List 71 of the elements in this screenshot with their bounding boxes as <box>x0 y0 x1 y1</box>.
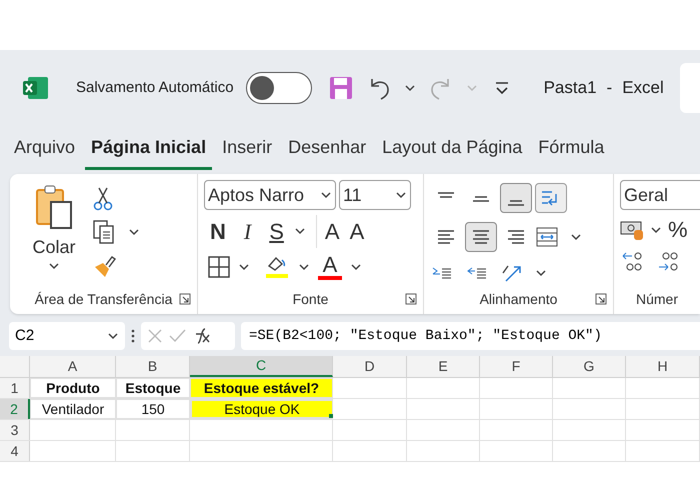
table-cell: Ventilador <box>30 399 116 419</box>
font-size-dropdown[interactable]: 11 <box>339 180 411 210</box>
wrap-text-icon[interactable] <box>535 182 567 213</box>
file-name: Pasta1 <box>544 77 597 100</box>
group-label: Área de Transferência <box>34 290 172 308</box>
formula-field[interactable]: =SE(B2<100; "Estoque Baixo"; "Estoque OK") <box>241 322 700 350</box>
name-box[interactable]: C2 <box>9 322 125 350</box>
caret-icon[interactable] <box>294 226 306 236</box>
bold-button[interactable]: N <box>210 214 226 248</box>
customize-toolbar-icon[interactable] <box>494 81 510 95</box>
dialog-launcher-icon[interactable] <box>405 293 417 305</box>
column-header[interactable]: A <box>30 356 116 377</box>
column-header[interactable]: F <box>480 356 553 377</box>
increase-decimal-icon[interactable] <box>620 250 644 272</box>
font-name-dropdown[interactable]: Aptos Narro <box>204 180 336 210</box>
percent-button[interactable]: % <box>668 219 688 241</box>
copy-icon[interactable] <box>92 219 116 245</box>
group-label: Alinhamento <box>480 290 558 308</box>
title-separator: - <box>606 77 612 100</box>
column-header[interactable]: H <box>626 356 700 377</box>
column-header[interactable]: E <box>407 356 480 377</box>
row-header[interactable]: 3 <box>0 420 30 440</box>
underline-button[interactable]: S <box>269 214 284 248</box>
clipboard-icon[interactable] <box>35 184 73 230</box>
more-icon[interactable] <box>131 328 135 344</box>
ribbon-tab[interactable]: Arquivo <box>8 134 82 170</box>
font-color-button[interactable]: A <box>318 254 342 280</box>
autosave-label: Salvamento Automático <box>76 78 234 98</box>
row-header[interactable]: 1 <box>0 378 30 398</box>
caret-icon[interactable] <box>320 190 332 200</box>
italic-button[interactable]: I <box>236 214 260 248</box>
group-label: Fonte <box>292 290 328 308</box>
ribbon-tab[interactable]: Fórmula <box>532 134 610 170</box>
table-cell: Produto <box>30 378 116 398</box>
caret-icon[interactable] <box>238 262 250 272</box>
column-header[interactable]: C <box>190 356 333 377</box>
caret-icon[interactable] <box>48 261 60 271</box>
ribbon-tab[interactable]: Página Inicial <box>85 134 212 170</box>
table-cell: Estoque estável? <box>190 378 333 398</box>
number-format-field[interactable]: Geral <box>620 180 700 210</box>
excel-logo-icon[interactable] <box>22 75 50 101</box>
caret-icon[interactable] <box>128 227 140 237</box>
row-header[interactable]: 4 <box>0 441 30 461</box>
ribbon-tab[interactable]: Layout da Página <box>376 134 528 170</box>
caret-icon[interactable] <box>650 225 662 235</box>
caret-icon[interactable] <box>298 262 310 272</box>
paste-button[interactable]: Colar <box>16 178 92 288</box>
group-label: Númer <box>636 290 678 308</box>
table-cell: Estoque OK <box>190 399 333 419</box>
dialog-launcher-icon[interactable] <box>179 293 191 305</box>
decrease-decimal-icon[interactable] <box>656 250 680 272</box>
caret-icon[interactable] <box>404 83 416 93</box>
column-header[interactable]: D <box>333 356 407 377</box>
row-header[interactable]: 2 <box>0 399 30 419</box>
app-name: Excel <box>622 77 664 100</box>
table-cell: 150 <box>116 399 190 419</box>
table-cell: Estoque <box>116 378 190 398</box>
caret-icon[interactable] <box>107 331 119 341</box>
shrink-font-button[interactable]: A <box>350 214 364 248</box>
dialog-launcher-icon[interactable] <box>595 293 607 305</box>
save-icon[interactable] <box>328 75 354 101</box>
grow-font-button[interactable]: A <box>316 214 340 248</box>
borders-icon[interactable] <box>208 256 230 278</box>
caret-icon[interactable] <box>350 262 362 272</box>
fill-color-icon[interactable] <box>264 254 290 280</box>
caret-icon[interactable] <box>395 190 407 200</box>
column-header[interactable]: G <box>553 356 626 377</box>
ribbon-tab[interactable]: Desenhar <box>282 134 372 170</box>
fill-handle[interactable] <box>329 414 333 418</box>
ribbon-tab[interactable]: Inserir <box>216 134 278 170</box>
autosave-toggle[interactable] <box>246 72 312 104</box>
